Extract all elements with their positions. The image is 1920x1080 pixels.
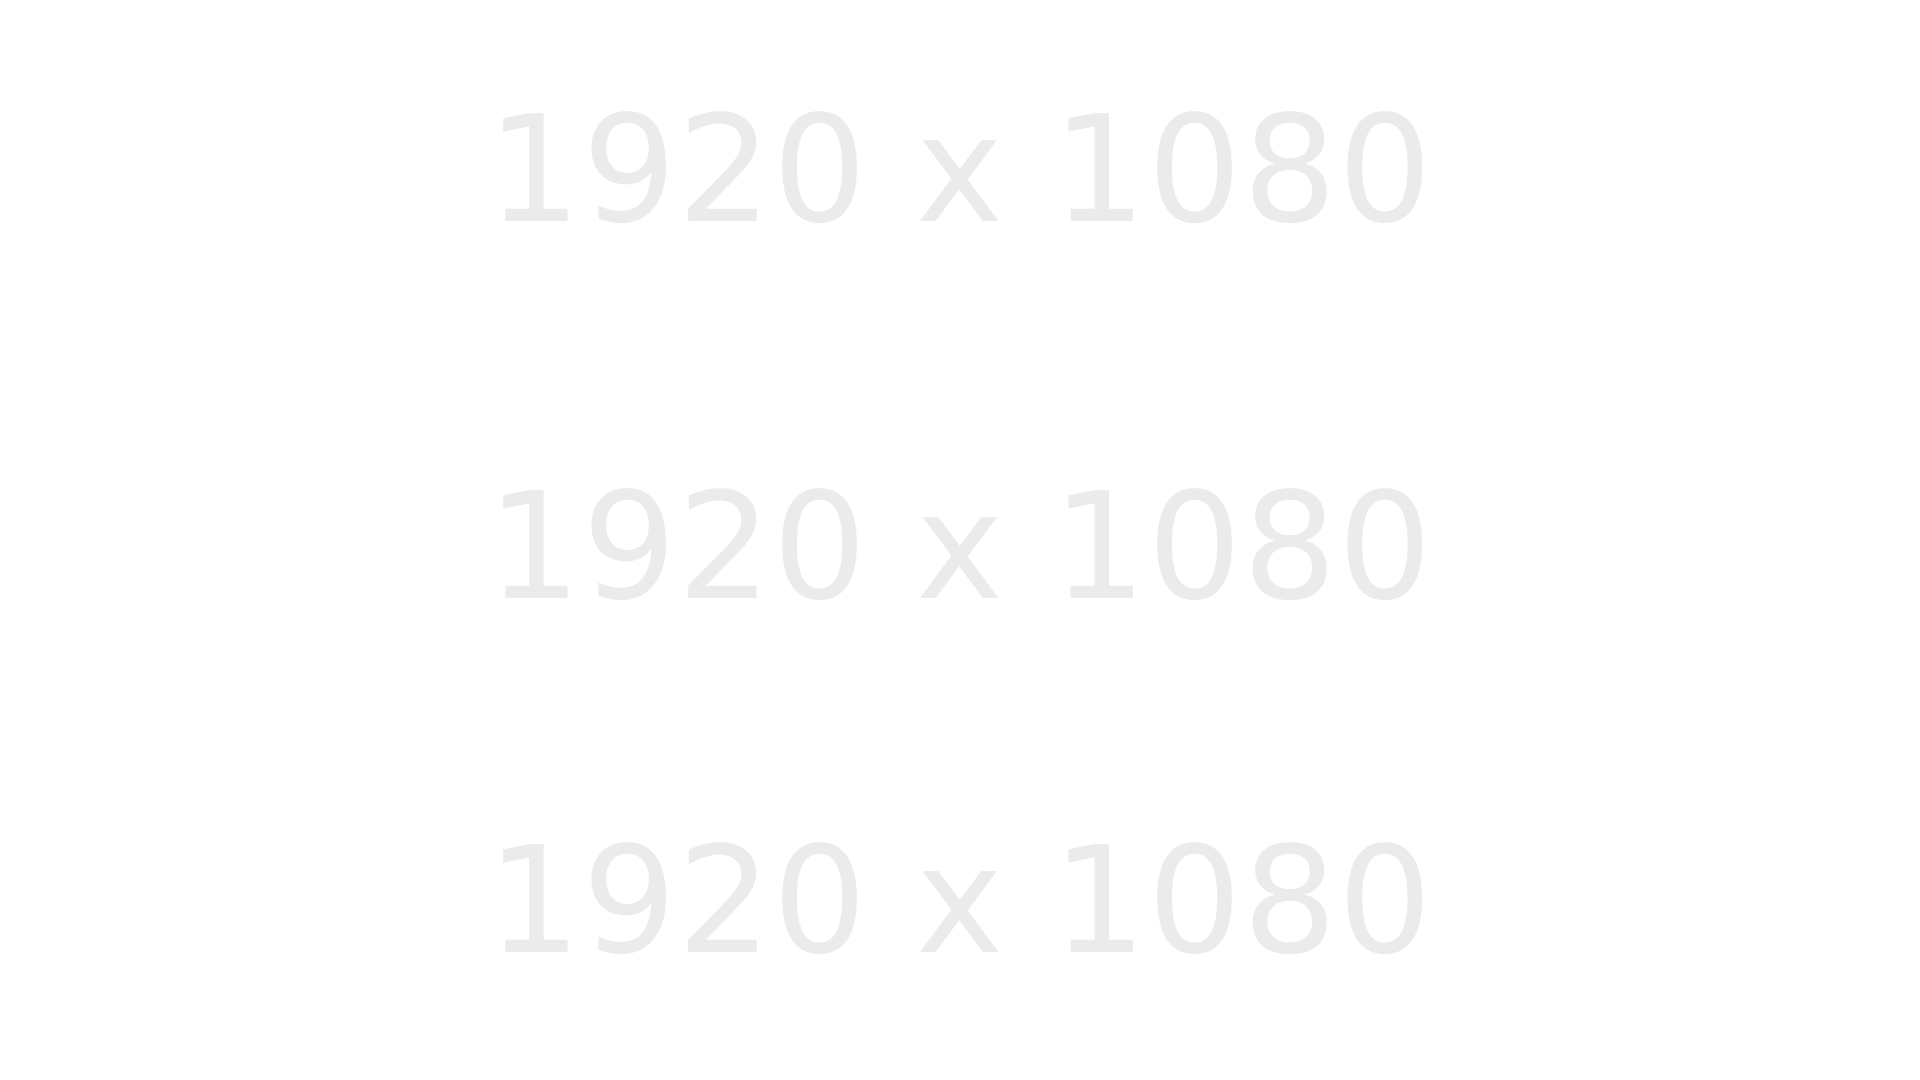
placeholder-canvas: 1920 x 1080 1920 x 1080 1920 x 1080 (0, 0, 1920, 1080)
dimension-label-middle: 1920 x 1080 (487, 461, 1433, 633)
dimension-label-top: 1920 x 1080 (487, 84, 1433, 256)
dimension-label-bottom: 1920 x 1080 (487, 815, 1433, 987)
